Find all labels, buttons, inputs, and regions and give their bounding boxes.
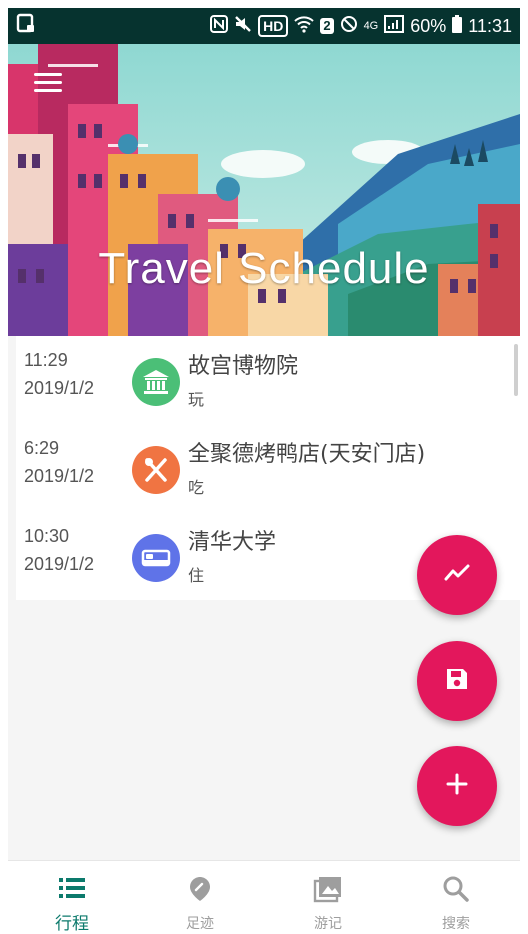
trip-type: 玩 [188,390,205,409]
trend-line-icon [443,559,471,591]
trip-date: 2019/1/2 [24,466,95,486]
trip-item[interactable]: 11:29 2019/1/2 故宫博物院 玩 [16,336,520,424]
nav-label: 游记 [314,916,342,932]
nav-item-footprints[interactable]: 足迹 [136,861,264,934]
hamburger-menu-icon [34,73,62,76]
trip-date: 2019/1/2 [24,378,95,398]
trip-name: 全聚德烤鸭店(天安门店) [188,442,426,467]
trip-name: 故宫博物院 [188,354,299,379]
bed-icon [132,534,180,582]
menu-button[interactable] [32,68,64,98]
hamburger-line [34,81,62,84]
list-icon [57,875,87,905]
nav-item-schedule[interactable]: 行程 [8,861,136,934]
network-type: 4G [363,20,379,32]
sim-slot-badge: 2 [320,18,334,34]
location-pin-icon [187,875,213,907]
trip-type: 吃 [188,478,205,497]
mute-icon [234,15,252,38]
battery-percent: 60% [410,15,447,36]
plus-icon [444,771,470,801]
notification-square-icon [16,13,36,39]
header-banner: Travel Schedule [8,44,520,336]
save-button[interactable] [417,641,497,721]
utensils-icon [132,446,180,494]
nav-item-search[interactable]: 搜索 [392,861,520,934]
trip-time: 11:29 [24,350,68,370]
trip-time: 6:29 [24,438,60,458]
trip-time-block: 6:29 2019/1/2 [24,434,94,490]
hamburger-line [34,89,62,92]
hd-badge: HD [258,15,289,37]
photo-icon [313,875,343,907]
nfc-icon [210,14,229,38]
status-bar: HD 2 4G 60% 11:31 [8,8,520,44]
nav-label: 搜索 [442,916,470,932]
trip-time-block: 11:29 2019/1/2 [24,346,94,402]
trip-name: 清华大学 [188,530,277,555]
nav-label: 足迹 [186,916,214,932]
trip-time-block: 10:30 2019/1/2 [24,522,94,578]
nav-label: 行程 [55,914,89,934]
bottom-navigation: 行程 足迹 游记 搜索 [8,860,520,934]
clock: 11:31 [468,15,512,36]
trip-item[interactable]: 6:29 2019/1/2 全聚德烤鸭店(天安门店) 吃 [16,424,520,512]
save-icon [443,665,471,697]
nav-item-travelogue[interactable]: 游记 [264,861,392,934]
add-trip-button[interactable] [417,746,497,826]
battery-icon [452,14,463,38]
do-not-disturb-icon [340,15,358,38]
stats-button[interactable] [417,535,497,615]
trip-time: 10:30 [24,526,70,546]
page-title: Travel Schedule [98,244,430,293]
signal-icon [384,14,405,38]
trip-type: 住 [188,566,205,585]
search-icon [442,875,470,907]
trip-date: 2019/1/2 [24,554,95,574]
wifi-icon [294,15,315,38]
museum-icon [132,358,180,406]
